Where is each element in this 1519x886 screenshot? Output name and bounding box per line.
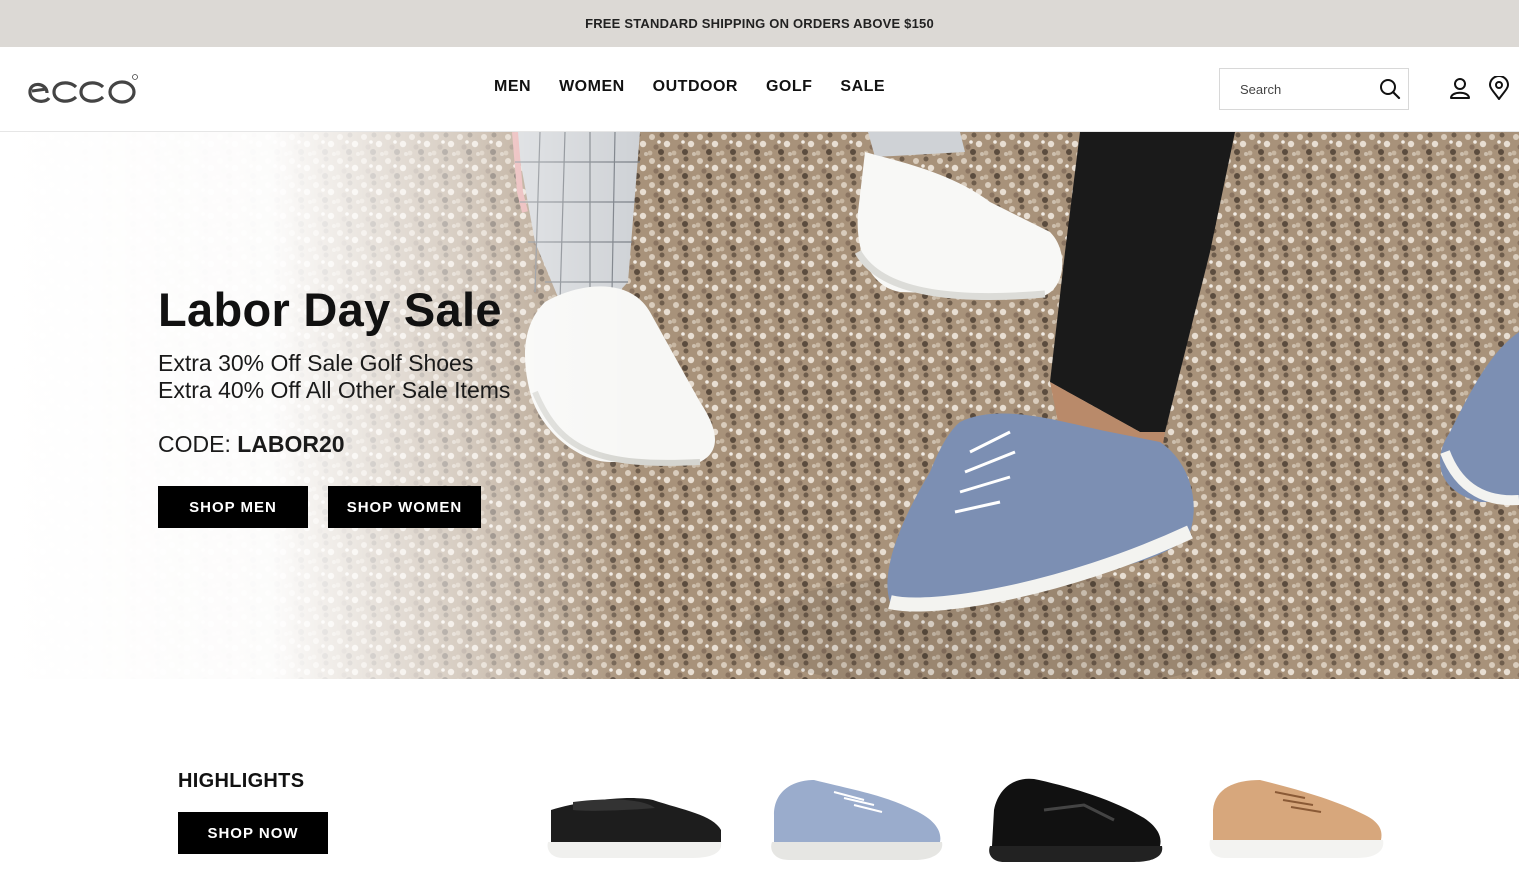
blue-metallic-sneaker [771, 780, 943, 860]
shop-now-button[interactable]: SHOP NOW [178, 812, 328, 854]
nav-sale[interactable]: SALE [840, 78, 885, 96]
highlights-title: HIGHLIGHTS [178, 770, 305, 792]
hero-title: Labor Day Sale [158, 283, 502, 336]
account-icon[interactable] [1448, 76, 1472, 100]
search-input[interactable] [1220, 69, 1370, 109]
promo-code: CODE: LABOR20 [158, 431, 345, 458]
hero-banner[interactable]: Labor Day Sale Extra 30% Off Sale Golf S… [0, 132, 1519, 679]
tan-suede-sneaker [1209, 780, 1384, 858]
black-athletic-sneaker [989, 778, 1163, 862]
nav-golf[interactable]: GOLF [766, 78, 812, 96]
nav-outdoor[interactable]: OUTDOOR [653, 78, 738, 96]
product-black-athletic-sneaker[interactable] [984, 770, 1164, 870]
search-box [1219, 68, 1409, 110]
main-nav: MEN WOMEN OUTDOOR GOLF SALE [494, 78, 885, 96]
hero-offer-golf: Extra 30% Off Sale Golf Shoes [158, 350, 474, 376]
ecco-logo-mark [28, 74, 138, 104]
promo-code-label: CODE: [158, 431, 231, 457]
product-tan-suede-sneaker[interactable] [1205, 770, 1385, 870]
search-icon[interactable] [1378, 77, 1402, 101]
store-locator-icon[interactable] [1488, 75, 1510, 101]
promo-bar: FREE STANDARD SHIPPING ON ORDERS ABOVE $… [0, 0, 1519, 47]
product-black-slip-on[interactable] [543, 770, 723, 870]
black-slip-on-shoe [547, 798, 722, 858]
promo-code-value: LABOR20 [237, 431, 345, 457]
hero-image [0, 132, 1519, 679]
promo-text: FREE STANDARD SHIPPING ON ORDERS ABOVE $… [585, 16, 934, 31]
ecco-logo[interactable] [27, 71, 139, 107]
shop-men-button[interactable]: SHOP MEN [158, 486, 308, 528]
hero-offer-other: Extra 40% Off All Other Sale Items [158, 377, 511, 403]
product-blue-metallic-sneaker[interactable] [764, 770, 944, 870]
shop-women-button[interactable]: SHOP WOMEN [328, 486, 481, 528]
nav-women[interactable]: WOMEN [559, 78, 625, 96]
site-header: MEN WOMEN OUTDOOR GOLF SALE [0, 47, 1519, 132]
nav-men[interactable]: MEN [494, 78, 531, 96]
